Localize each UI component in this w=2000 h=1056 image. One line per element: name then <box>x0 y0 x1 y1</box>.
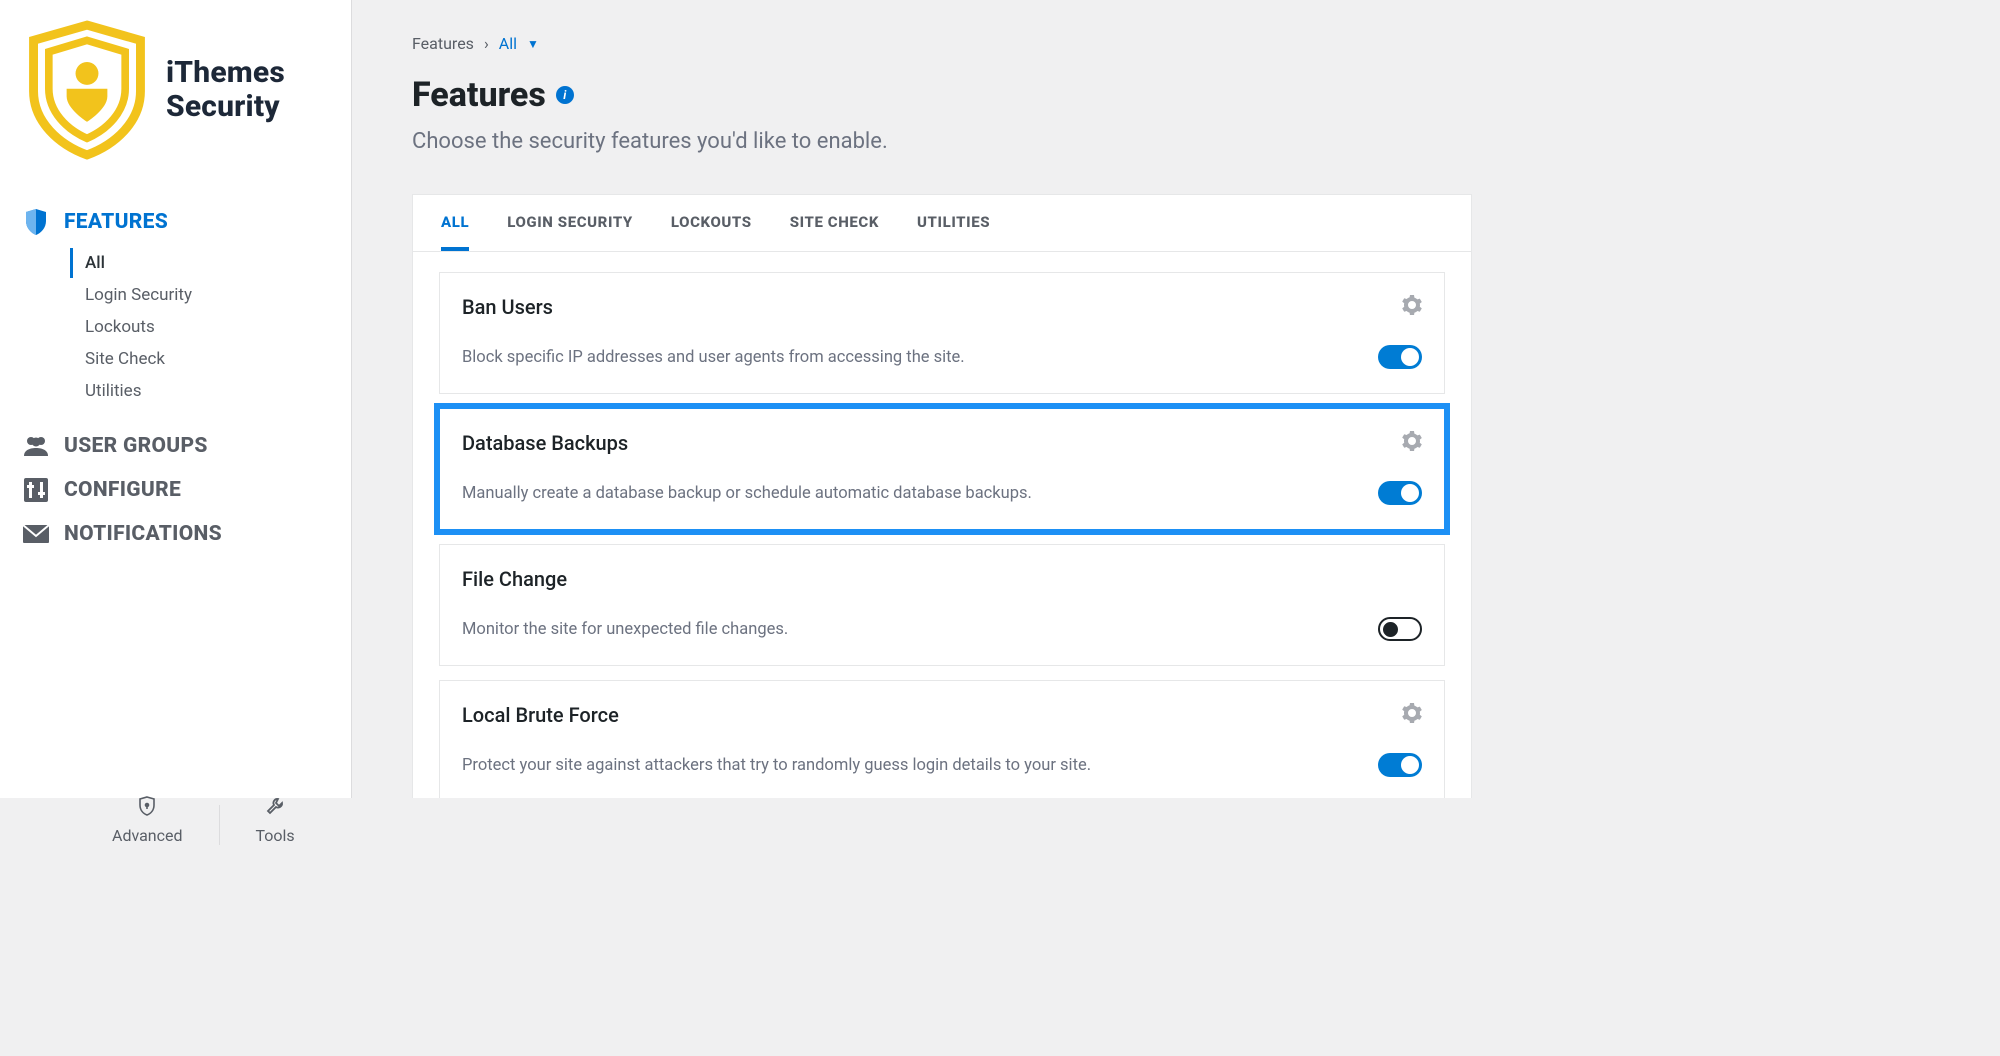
footer-tools[interactable]: Tools <box>256 796 295 845</box>
wrench-icon <box>265 796 285 820</box>
sidebar-footer: Advanced Tools <box>22 796 351 845</box>
feature-card-local-brute-force: Local Brute Force Protect your site agai… <box>439 680 1445 798</box>
brand-name: iThemes Security <box>166 56 285 125</box>
mail-icon <box>22 520 50 548</box>
card-description: Manually create a database backup or sch… <box>462 484 1032 503</box>
chevron-down-icon[interactable]: ▼ <box>527 37 539 51</box>
sidebar-item-label: NOTIFICATIONS <box>64 522 222 546</box>
users-icon <box>22 432 50 460</box>
tab-utilities[interactable]: UTILITIES <box>917 213 990 251</box>
subnav-all[interactable]: All <box>70 248 351 278</box>
shield-icon <box>22 208 50 236</box>
card-title: Ban Users <box>462 295 553 319</box>
card-title: Local Brute Force <box>462 703 619 727</box>
breadcrumb-current[interactable]: All <box>499 34 517 53</box>
sidebar-item-label: CONFIGURE <box>64 478 181 502</box>
gear-icon[interactable] <box>1402 295 1422 319</box>
breadcrumb-root[interactable]: Features <box>412 34 474 53</box>
chevron-right-icon: › <box>484 34 489 53</box>
tab-login-security[interactable]: LOGIN SECURITY <box>507 213 633 251</box>
gear-icon[interactable] <box>1402 703 1422 727</box>
feature-card-file-change: File Change Monitor the site for unexpec… <box>439 544 1445 666</box>
card-title: File Change <box>462 567 567 591</box>
tab-lockouts[interactable]: LOCKOUTS <box>671 213 752 251</box>
sidebar-item-notifications[interactable]: NOTIFICATIONS <box>22 512 351 556</box>
subnav-site-check[interactable]: Site Check <box>70 344 351 374</box>
subnav-login-security[interactable]: Login Security <box>70 280 351 310</box>
sidebar-item-features[interactable]: FEATURES <box>22 200 351 244</box>
card-description: Block specific IP addresses and user age… <box>462 348 965 367</box>
feature-card-ban-users: Ban Users Block specific IP addresses an… <box>439 272 1445 394</box>
subnav-utilities[interactable]: Utilities <box>70 376 351 406</box>
feature-tabs: ALL LOGIN SECURITY LOCKOUTS SITE CHECK U… <box>413 195 1471 252</box>
card-title: Database Backups <box>462 431 628 455</box>
tab-all[interactable]: ALL <box>441 213 469 251</box>
sidebar-item-configure[interactable]: CONFIGURE <box>22 468 351 512</box>
tab-site-check[interactable]: SITE CHECK <box>790 213 879 251</box>
breadcrumb: Features › All ▼ <box>412 34 1500 53</box>
main-content: Features › All ▼ Features i Choose the s… <box>352 0 1500 798</box>
subnav-lockouts[interactable]: Lockouts <box>70 312 351 342</box>
primary-nav: FEATURES All Login Security Lockouts Sit… <box>22 200 351 556</box>
card-description: Monitor the site for unexpected file cha… <box>462 620 788 639</box>
page-subtitle: Choose the security features you'd like … <box>412 129 1500 154</box>
divider <box>219 805 220 845</box>
toggle-ban-users[interactable] <box>1378 345 1422 369</box>
sliders-icon <box>22 476 50 504</box>
lock-shield-icon <box>138 796 156 820</box>
sidebar-item-label: USER GROUPS <box>64 434 208 458</box>
shield-logo-icon <box>22 20 152 160</box>
brand-logo: iThemes Security <box>22 20 351 188</box>
gear-icon[interactable] <box>1402 431 1422 455</box>
card-description: Protect your site against attackers that… <box>462 756 1091 775</box>
footer-advanced[interactable]: Advanced <box>112 796 183 845</box>
sidebar-item-user-groups[interactable]: USER GROUPS <box>22 424 351 468</box>
features-panel: ALL LOGIN SECURITY LOCKOUTS SITE CHECK U… <box>412 194 1472 798</box>
toggle-database-backups[interactable] <box>1378 481 1422 505</box>
page-title: Features <box>412 75 546 115</box>
sidebar: iThemes Security FEATURES All Login Secu… <box>0 0 352 798</box>
feature-card-database-backups: Database Backups Manually create a datab… <box>439 408 1445 530</box>
toggle-file-change[interactable] <box>1378 617 1422 641</box>
features-subnav: All Login Security Lockouts Site Check U… <box>70 248 351 406</box>
info-icon[interactable]: i <box>556 86 574 104</box>
sidebar-item-label: FEATURES <box>64 210 168 234</box>
toggle-local-brute-force[interactable] <box>1378 753 1422 777</box>
feature-cards: Ban Users Block specific IP addresses an… <box>413 252 1471 798</box>
